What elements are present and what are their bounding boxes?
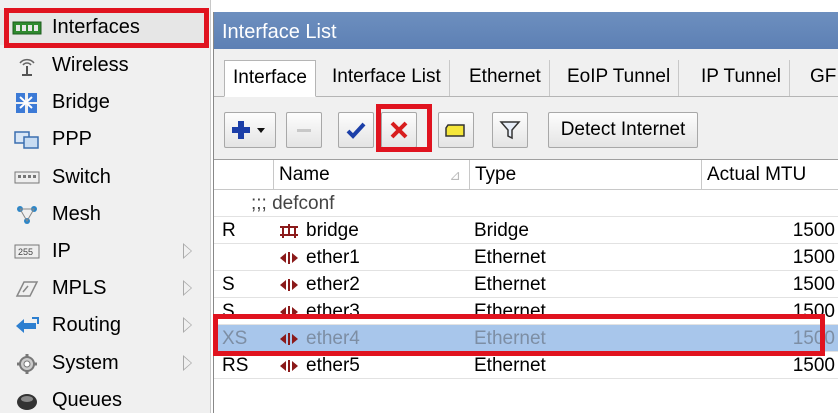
ethernet-if-icon	[280, 359, 298, 372]
sidebar-item-system[interactable]: System	[0, 346, 206, 381]
submenu-arrow-icon	[183, 317, 192, 333]
mesh-icon	[12, 204, 42, 226]
tab-ethernet[interactable]: Ethernet	[461, 60, 550, 96]
tab-eoip-tunnel[interactable]: EoIP Tunnel	[559, 60, 680, 96]
interface-list-window: Interface List Interface Interface List …	[213, 12, 838, 414]
comment-button[interactable]	[438, 112, 474, 148]
ethernet-if-icon	[280, 251, 298, 264]
sidebar-item-label: Switch	[52, 166, 111, 188]
table-row[interactable]: S ether2 Ethernet 1500	[214, 271, 838, 298]
sidebar-item-label: Mesh	[52, 203, 101, 225]
detect-internet-button[interactable]: Detect Internet	[548, 112, 698, 148]
window-title: Interface List	[214, 12, 838, 49]
sidebar-item-label: Wireless	[52, 54, 129, 76]
ip-icon: 255	[12, 241, 42, 263]
table-row[interactable]: R bridge Bridge 1500	[214, 217, 838, 244]
add-button[interactable]	[224, 112, 276, 148]
tab-interface-list[interactable]: Interface List	[324, 60, 450, 96]
wireless-icon	[12, 55, 42, 77]
tab-gre-tunnel[interactable]: GF	[802, 60, 838, 96]
comment-icon	[445, 124, 465, 137]
sidebar-item-label: MPLS	[52, 277, 107, 299]
sidebar-item-bridge[interactable]: Bridge	[0, 85, 206, 120]
sidebar-item-label: System	[52, 352, 119, 374]
sidebar-item-label: Routing	[52, 314, 121, 336]
sidebar-item-interfaces[interactable]: Interfaces	[0, 10, 206, 45]
ethernet-if-icon	[280, 305, 298, 318]
column-header-flags[interactable]	[214, 160, 274, 190]
svg-text:255: 255	[18, 247, 33, 257]
column-header-mtu[interactable]: Actual MTU	[702, 160, 838, 190]
minus-icon	[297, 129, 311, 132]
sidebar-item-label: IP	[52, 240, 71, 262]
bridge-if-icon	[280, 223, 298, 238]
ethernet-if-icon	[280, 278, 298, 291]
ppp-icon	[12, 129, 42, 151]
submenu-arrow-icon	[183, 355, 192, 371]
table-row[interactable]: ether1 Ethernet 1500	[214, 244, 838, 271]
sidebar-item-mesh[interactable]: Mesh	[0, 197, 206, 232]
filter-button[interactable]	[492, 112, 528, 148]
remove-button[interactable]	[286, 112, 322, 148]
tab-bar: Interface Interface List Ethernet EoIP T…	[214, 60, 838, 97]
sidebar-item-routing[interactable]: Routing	[0, 308, 206, 343]
filter-icon	[499, 121, 521, 140]
check-icon	[346, 122, 366, 139]
sidebar-item-wireless[interactable]: Wireless	[0, 48, 206, 83]
sidebar: Interfaces Wireless Bridge PPP Switch Me…	[0, 0, 211, 413]
add-icon	[232, 121, 265, 139]
sidebar-item-label: PPP	[52, 128, 93, 150]
sidebar-item-label: Interfaces	[52, 16, 140, 38]
bridge-icon	[12, 92, 42, 114]
column-header-type[interactable]: Type	[470, 160, 702, 190]
switch-icon	[12, 167, 42, 189]
sidebar-item-label: Bridge	[52, 91, 110, 113]
x-icon	[390, 121, 408, 139]
interface-table: Name ⊿ Type Actual MTU ;;; defconf R bri…	[214, 159, 838, 414]
sort-icon: ⊿	[449, 167, 461, 183]
table-row-selected[interactable]: XS ether4 Ethernet 1500	[214, 325, 838, 352]
toolbar: Detect Internet	[214, 104, 838, 152]
submenu-arrow-icon	[183, 280, 192, 296]
ethernet-if-icon	[280, 332, 298, 345]
table-row[interactable]: S ether3 Ethernet 1500	[214, 298, 838, 325]
tab-interface[interactable]: Interface	[224, 60, 316, 97]
group-comment-row: ;;; defconf	[214, 190, 838, 217]
routing-icon	[12, 315, 42, 337]
interfaces-icon	[12, 17, 42, 39]
sidebar-item-mpls[interactable]: MPLS	[0, 271, 206, 306]
tab-ip-tunnel[interactable]: IP Tunnel	[693, 60, 790, 96]
sidebar-item-label: Queues	[52, 389, 123, 411]
enable-button[interactable]	[338, 112, 374, 148]
sidebar-item-ip[interactable]: 255 IP	[0, 234, 206, 269]
sidebar-item-switch[interactable]: Switch	[0, 160, 206, 195]
table-row[interactable]: RS ether5 Ethernet 1500	[214, 352, 838, 379]
submenu-arrow-icon	[183, 243, 192, 259]
mpls-icon	[12, 278, 42, 300]
column-header-name[interactable]: Name ⊿	[274, 160, 470, 190]
queues-icon	[12, 390, 42, 412]
sidebar-item-ppp[interactable]: PPP	[0, 122, 206, 157]
system-icon	[12, 353, 42, 375]
disable-button[interactable]	[381, 112, 417, 148]
